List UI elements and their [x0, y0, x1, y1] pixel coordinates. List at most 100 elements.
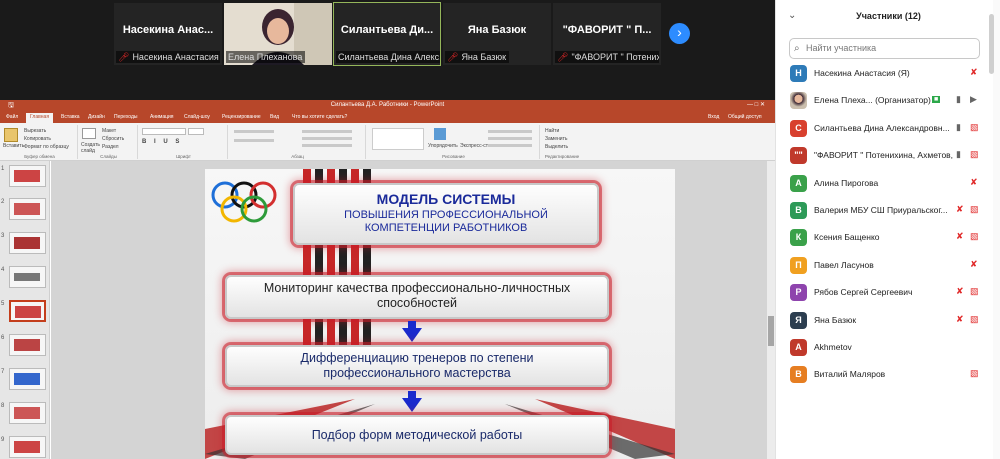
camera-off-icon[interactable]: ▧: [970, 122, 979, 133]
mic-icon[interactable]: ▮: [956, 94, 961, 105]
tab-view[interactable]: Вид: [270, 114, 279, 120]
smartart-button[interactable]: [302, 144, 352, 147]
align-text-button[interactable]: [302, 137, 352, 140]
cut-button[interactable]: Вырезать: [24, 128, 46, 134]
camera-off-icon[interactable]: ▧: [970, 286, 979, 297]
shape-effects-button[interactable]: [488, 144, 532, 147]
participant-row[interactable]: А Akhmetov: [776, 334, 994, 361]
text-direction-button[interactable]: [302, 130, 352, 133]
slide-thumbnail[interactable]: [9, 402, 46, 424]
tell-me-search[interactable]: Что вы хотите сделать?: [292, 114, 347, 120]
participant-row[interactable]: Р Рябов Сергей Сергеевич ✘ ▧: [776, 279, 994, 306]
step-box-3[interactable]: Подбор форм методической работы: [225, 415, 609, 455]
font-name-select[interactable]: [142, 128, 186, 135]
participant-row[interactable]: "" "ФАВОРИТ " Потенихина, Ахметов, Р... ▮ ▧: [776, 142, 994, 169]
slide-thumbnail[interactable]: [9, 198, 46, 220]
tab-insert[interactable]: Вставка: [61, 114, 80, 120]
tab-review[interactable]: Рецензирование: [222, 114, 261, 120]
participant-row[interactable]: Елена Плеха... (Организатор) ■ ▮ ▶: [776, 87, 994, 114]
new-slide-icon[interactable]: [82, 128, 96, 139]
tile-name: "ФАВОРИТ " П...: [562, 24, 652, 36]
tab-file[interactable]: Файл: [6, 114, 18, 120]
participant-row[interactable]: Н Насекина Анастасия (Я) ✘: [776, 60, 994, 87]
shape-outline-button[interactable]: [488, 137, 532, 140]
mic-icon[interactable]: ▮: [956, 149, 961, 160]
camera-off-icon[interactable]: ▧: [970, 314, 979, 325]
tab-design[interactable]: Дизайн: [88, 114, 105, 120]
video-tile[interactable]: Насекина Анас... 🎤︎ Насекина Анастасия: [114, 3, 222, 65]
mic-muted-icon[interactable]: ✘: [970, 259, 978, 270]
select-button[interactable]: Выделить: [545, 144, 568, 150]
camera-off-icon[interactable]: ▧: [970, 204, 979, 215]
slide-canvas[interactable]: МОДЕЛЬ СИСТЕМЫ ПОВЫШЕНИЯ ПРОФЕССИОНАЛЬНО…: [205, 169, 675, 459]
font-style-buttons[interactable]: B I U S: [142, 139, 182, 145]
layout-button[interactable]: Макет: [102, 128, 116, 134]
chevron-right-icon[interactable]: ›: [669, 23, 690, 44]
tab-home[interactable]: Главная: [26, 113, 54, 123]
slide-thumbnail[interactable]: [9, 368, 46, 390]
new-slide-button[interactable]: Создать слайд: [81, 142, 100, 154]
participant-row[interactable]: К Ксения Бащенко ✘ ▧: [776, 224, 994, 251]
step-1-line-2: способностей: [376, 296, 458, 310]
paste-icon[interactable]: [4, 128, 18, 142]
participant-row[interactable]: А Алина Пирогова ✘: [776, 170, 994, 197]
share-button[interactable]: Общий доступ: [728, 114, 762, 120]
slide-title: МОДЕЛЬ СИСТЕМЫ: [376, 191, 516, 207]
tab-animation[interactable]: Анимация: [150, 114, 173, 120]
video-tile[interactable]: "ФАВОРИТ " П... 🎤︎"ФАВОРИТ " Потенихи...: [553, 3, 661, 65]
mic-muted-icon[interactable]: ✘: [956, 314, 964, 325]
participant-row[interactable]: В Виталий Маляров ▧: [776, 361, 994, 388]
reset-button[interactable]: Сбросить: [102, 136, 124, 142]
participant-row[interactable]: Я Яна Базюк ✘ ▧: [776, 307, 994, 334]
align-buttons[interactable]: [234, 139, 274, 142]
scrollbar-thumb[interactable]: [768, 316, 774, 346]
tab-transitions[interactable]: Переходы: [114, 114, 137, 120]
tab-slideshow[interactable]: Слайд-шоу: [184, 114, 210, 120]
copy-button[interactable]: Копировать: [24, 136, 51, 142]
search-input[interactable]: ⌕ Найти участника: [789, 38, 980, 59]
mic-muted-icon[interactable]: ✘: [956, 204, 964, 215]
slide-thumbnail-selected[interactable]: [9, 300, 46, 322]
participant-row[interactable]: П Павел Ласунов ✘: [776, 252, 994, 279]
camera-off-icon[interactable]: ▧: [970, 149, 979, 160]
video-tile[interactable]: Яна Базюк 🎤︎ Яна Базюк: [443, 3, 551, 65]
arrange-icon[interactable]: [434, 128, 446, 140]
arrange-button[interactable]: Упорядочить: [428, 143, 458, 149]
slide-thumbnail[interactable]: [9, 334, 46, 356]
tile-label: 🎤︎ Насекина Анастасия: [116, 51, 220, 63]
list-buttons[interactable]: [234, 130, 274, 133]
slide-thumbnail[interactable]: [9, 436, 46, 458]
slide-thumbnail[interactable]: [9, 266, 46, 288]
participant-row[interactable]: С Силантьева Дина Александровн... ▮ ▧: [776, 115, 994, 142]
shape-fill-button[interactable]: [488, 130, 532, 133]
video-tile[interactable]: Силантьева Ди... Силантьева Дина Алекс..…: [333, 2, 441, 66]
section-button[interactable]: Раздел: [102, 144, 119, 150]
slide-thumbnail[interactable]: [9, 232, 46, 254]
participant-row[interactable]: В Валерия МБУ СШ Приуральског... ✘ ▧: [776, 197, 994, 224]
mic-muted-icon[interactable]: ✘: [956, 231, 964, 242]
camera-off-icon[interactable]: ▧: [970, 231, 979, 242]
replace-button[interactable]: Заменить: [545, 136, 567, 142]
video-tile-speaker[interactable]: Елена Плеханова: [224, 3, 332, 65]
format-painter-button[interactable]: Формат по образцу: [24, 144, 69, 150]
paste-button[interactable]: Вставить: [3, 143, 24, 149]
camera-icon[interactable]: ▶: [970, 94, 977, 105]
mic-muted-icon[interactable]: ✘: [956, 286, 964, 297]
window-controls[interactable]: — □ ✕: [747, 100, 765, 111]
mic-muted-icon[interactable]: ✘: [970, 67, 978, 78]
avatar: "": [790, 147, 807, 165]
vertical-scrollbar[interactable]: [767, 161, 775, 459]
camera-off-icon[interactable]: ▧: [970, 368, 979, 379]
title-box[interactable]: МОДЕЛЬ СИСТЕМЫ ПОВЫШЕНИЯ ПРОФЕССИОНАЛЬНО…: [293, 183, 599, 245]
step-box-1[interactable]: Мониторинг качества профессионально-личн…: [225, 275, 609, 319]
tile-label-text: Силантьева Дина Алекс...: [338, 52, 440, 62]
sign-in-link[interactable]: Вход: [708, 114, 719, 120]
shapes-gallery[interactable]: [372, 128, 424, 150]
mic-icon[interactable]: ▮: [956, 122, 961, 133]
find-button[interactable]: Найти: [545, 128, 559, 134]
step-box-2[interactable]: Дифференциацию тренеров по степени профе…: [225, 345, 609, 387]
panel-scrollbar[interactable]: [989, 14, 994, 74]
font-size-select[interactable]: [188, 128, 204, 135]
slide-thumbnail[interactable]: [9, 165, 46, 187]
mic-muted-icon[interactable]: ✘: [970, 177, 978, 188]
